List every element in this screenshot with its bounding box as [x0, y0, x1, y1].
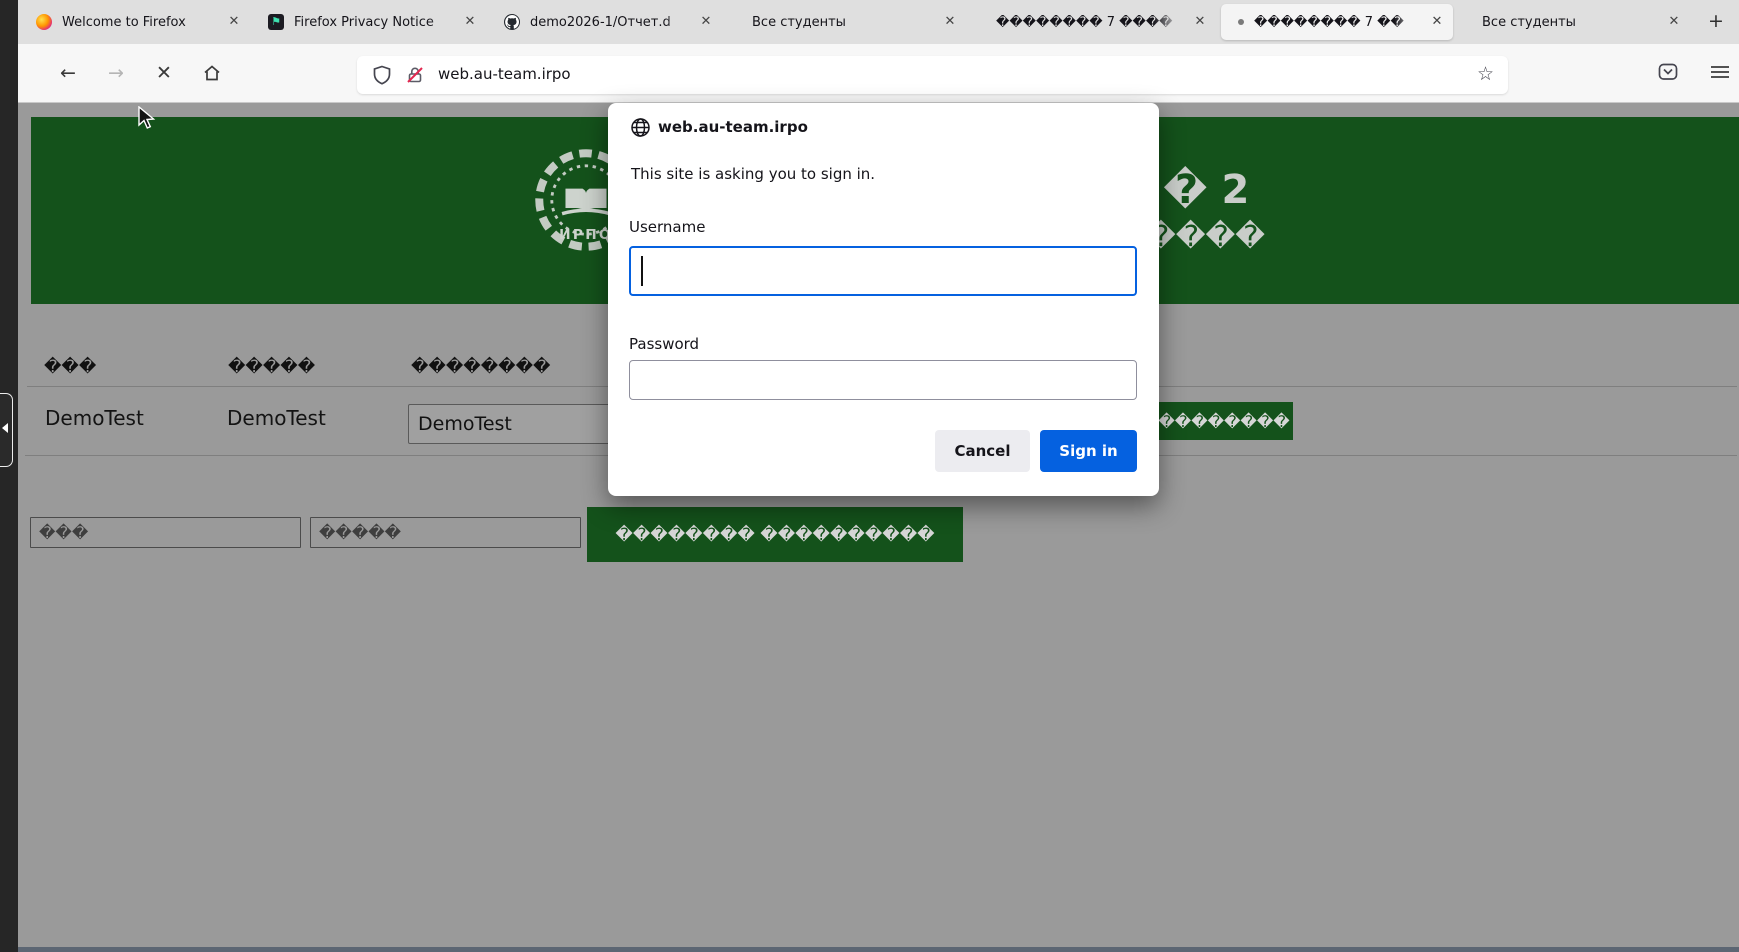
window-left-edge	[0, 0, 18, 952]
browser-window: Welcome to Firefox ✕ ⚑ Firefox Privacy N…	[0, 0, 1739, 952]
pocket-icon[interactable]	[1652, 57, 1684, 89]
row-group-select[interactable]: DemoTest	[408, 404, 638, 444]
tab-github-report[interactable]: demo2026-1/Отчет.d ✕	[492, 4, 722, 40]
close-icon[interactable]: ✕	[942, 14, 958, 30]
banner-subtitle: ����	[1146, 219, 1265, 253]
table-header-name: ���	[44, 357, 96, 377]
close-icon[interactable]: ✕	[1192, 14, 1208, 30]
tab-welcome-to-firefox[interactable]: Welcome to Firefox ✕	[24, 4, 250, 40]
table-header-group: �����	[228, 357, 315, 377]
tab-title: Welcome to Firefox	[62, 15, 222, 30]
close-icon[interactable]: ✕	[462, 14, 478, 30]
tab-all-students-1[interactable]: Все студенты ✕	[728, 4, 966, 40]
text-caret	[641, 256, 643, 286]
group-input[interactable]	[310, 517, 581, 548]
window-bottom-edge	[18, 947, 1739, 952]
privacy-flag-icon: ⚑	[268, 14, 284, 30]
row-name-cell: DemoTest	[45, 406, 144, 430]
sign-in-button[interactable]: Sign in	[1040, 430, 1137, 472]
add-student-button[interactable]: �������� ����������	[587, 507, 963, 562]
tab-privacy-notice[interactable]: ⚑ Firefox Privacy Notice ✕	[256, 4, 486, 40]
close-icon[interactable]: ✕	[1666, 14, 1682, 30]
github-icon	[504, 14, 520, 30]
tracking-shield-icon[interactable]	[372, 65, 392, 89]
http-auth-dialog: web.au-team.irpo This site is asking you…	[608, 103, 1159, 496]
mouse-cursor	[136, 106, 160, 132]
url-text[interactable]: web.au-team.irpo	[438, 65, 571, 83]
bookmark-star-icon[interactable]: ☆	[1477, 63, 1494, 85]
row-group-cell: DemoTest	[227, 406, 326, 430]
firefox-icon	[36, 14, 52, 30]
tab-title: Firefox Privacy Notice	[294, 15, 458, 30]
logo-caption: ИРПО	[559, 227, 613, 243]
username-label: Username	[629, 218, 705, 236]
auth-dialog-message: This site is asking you to sign in.	[631, 165, 875, 183]
home-button[interactable]	[196, 57, 228, 89]
back-button[interactable]: ←	[52, 57, 84, 89]
tab-title: Все студенты	[1482, 15, 1662, 30]
tab-mojibake-7-a[interactable]: �������� 7 ���� ✕	[972, 4, 1216, 40]
globe-icon	[630, 117, 651, 142]
dot-icon	[1238, 19, 1244, 25]
tab-title: �������� 7 ��	[1254, 15, 1425, 30]
stop-button[interactable]: ✕	[148, 57, 180, 89]
tab-title: demo2026-1/Отчет.d	[530, 15, 694, 30]
row-action-button[interactable]: ��������	[1155, 402, 1293, 440]
cancel-button[interactable]: Cancel	[935, 430, 1030, 472]
close-icon[interactable]: ✕	[226, 14, 242, 30]
navigation-toolbar: ← → ✕ web.au-team.irpo ☆	[18, 44, 1739, 103]
new-tab-button[interactable]: +	[1702, 8, 1730, 36]
sidebar-collapse-handle[interactable]	[0, 393, 13, 467]
name-input[interactable]	[30, 517, 301, 548]
row-select-value: DemoTest	[418, 413, 512, 435]
close-icon[interactable]: ✕	[698, 14, 714, 30]
username-field[interactable]	[629, 246, 1137, 296]
close-icon[interactable]: ✕	[1429, 14, 1445, 30]
menu-hamburger-icon[interactable]	[1704, 57, 1736, 89]
tab-all-students-2[interactable]: Все студенты ✕	[1458, 4, 1690, 40]
insecure-lock-icon[interactable]	[405, 65, 425, 89]
banner-title: � 2	[1163, 167, 1249, 213]
tab-bar: Welcome to Firefox ✕ ⚑ Firefox Privacy N…	[18, 0, 1739, 44]
chevron-left-icon	[2, 423, 8, 433]
auth-dialog-host: web.au-team.irpo	[658, 118, 808, 136]
password-field[interactable]	[629, 360, 1137, 400]
password-label: Password	[629, 335, 699, 353]
tab-title: �������� 7 ����	[996, 15, 1188, 30]
forward-button[interactable]: →	[100, 57, 132, 89]
tab-mojibake-7-b-active[interactable]: �������� 7 �� ✕	[1221, 4, 1453, 40]
tab-title: Все студенты	[752, 15, 938, 30]
table-header-actions: ��������	[411, 357, 550, 377]
url-bar[interactable]: web.au-team.irpo ☆	[357, 56, 1508, 94]
